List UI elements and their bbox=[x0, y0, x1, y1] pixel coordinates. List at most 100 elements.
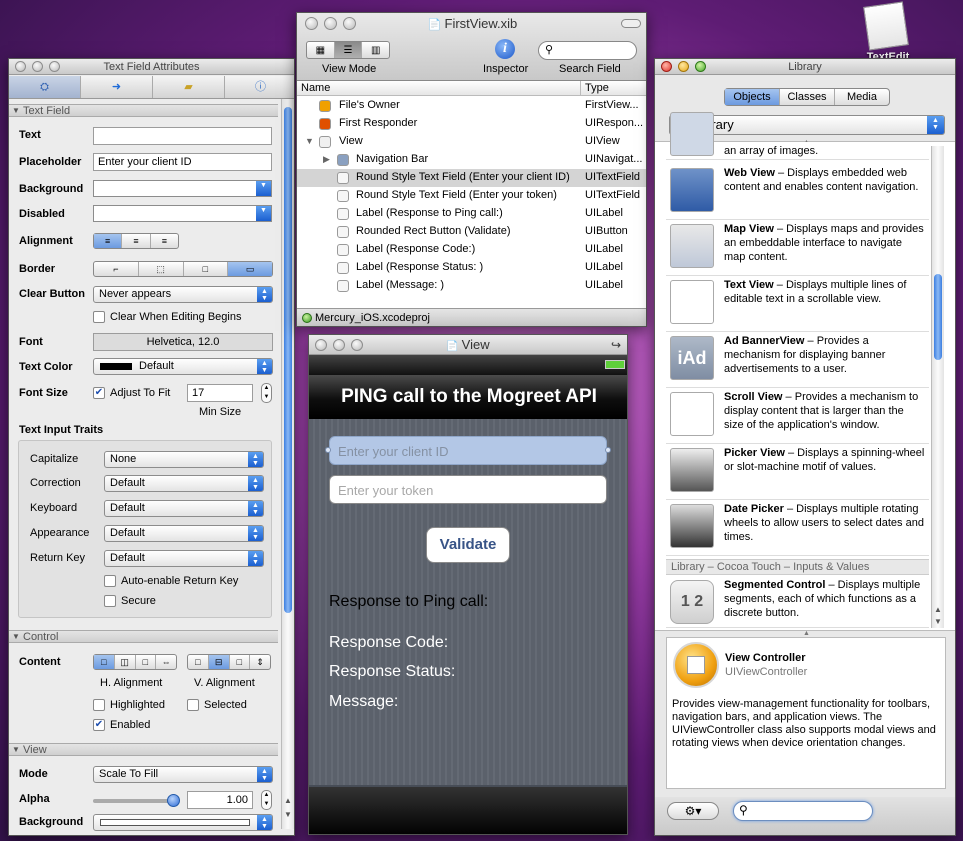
list-item[interactable]: Date Picker – Displays multiple rotating… bbox=[666, 500, 929, 556]
list-item[interactable]: Web View – Displays embedded web content… bbox=[666, 164, 929, 220]
column-view-icon[interactable]: ▥ bbox=[362, 42, 389, 58]
minimize-button[interactable] bbox=[678, 61, 689, 72]
clear-button-popup[interactable]: Never appears ▲ ▼ bbox=[93, 286, 273, 303]
section-control[interactable]: Control bbox=[9, 630, 278, 643]
view-mode-control[interactable]: ▦ ☰ ▥ bbox=[306, 41, 390, 59]
clear-when-editing-checkbox[interactable] bbox=[93, 311, 105, 323]
section-view[interactable]: View bbox=[9, 743, 278, 756]
border-bezel-icon[interactable]: □ bbox=[184, 262, 229, 276]
tab-objects[interactable]: Objects bbox=[725, 89, 780, 105]
search-field[interactable]: ⚲ bbox=[538, 41, 637, 60]
h-align-right-icon[interactable]: □ bbox=[136, 655, 157, 669]
min-size-stepper[interactable]: ▲ ▼ bbox=[261, 383, 272, 403]
tab-identity[interactable]: ⓘ bbox=[225, 76, 294, 98]
scroll-down-icon[interactable]: ▼ bbox=[284, 810, 292, 819]
gear-menu-button[interactable]: ⚙▾ bbox=[667, 802, 719, 820]
outline-row[interactable]: Label (Response Status: ) UILabel bbox=[297, 259, 646, 277]
tab-attributes[interactable]: ⛭ bbox=[9, 76, 81, 98]
scrollbar-thumb[interactable] bbox=[284, 107, 292, 613]
border-style-control[interactable]: ⌐ ⬚ □ ▭ bbox=[93, 261, 273, 277]
v-align-fill-icon[interactable]: ⇕ bbox=[250, 655, 270, 669]
close-button[interactable] bbox=[661, 61, 672, 72]
list-item[interactable]: Scroll View – Provides a mechanism to di… bbox=[666, 388, 929, 444]
attributes-titlebar[interactable]: Text Field Attributes bbox=[9, 59, 294, 75]
secure-checkbox[interactable] bbox=[104, 595, 116, 607]
resize-handle-left[interactable] bbox=[325, 447, 331, 453]
toolbar-toggle-button[interactable] bbox=[621, 19, 641, 28]
tab-size[interactable]: ▰ bbox=[153, 76, 225, 98]
min-size-field[interactable]: 17 bbox=[187, 384, 253, 402]
capitalize-popup[interactable]: None ▲ ▼ bbox=[104, 451, 264, 468]
outline-row[interactable]: Label (Response to Ping call:) UILabel bbox=[297, 205, 646, 223]
list-item[interactable]: Picker View – Displays a spinning-wheel … bbox=[666, 444, 929, 500]
border-none-icon[interactable]: ⌐ bbox=[94, 262, 139, 276]
textedit-desktop-icon[interactable]: TextEdit bbox=[858, 1, 918, 63]
outline-row[interactable]: Round Style Text Field (Enter your clien… bbox=[297, 169, 646, 187]
outline-row[interactable]: Label (Response Code:) UILabel bbox=[297, 241, 646, 259]
keyboard-popup[interactable]: Default ▲ ▼ bbox=[104, 500, 264, 517]
close-button[interactable] bbox=[315, 339, 327, 351]
align-left-icon[interactable]: ≡ bbox=[94, 234, 123, 248]
scrollbar-thumb[interactable] bbox=[934, 274, 942, 360]
return-key-popup[interactable]: Default ▲ ▼ bbox=[104, 550, 264, 567]
minimize-button[interactable] bbox=[333, 339, 345, 351]
navigation-bar[interactable]: PING call to the Mogreet API bbox=[309, 375, 627, 419]
tab-connections[interactable]: ➜ bbox=[81, 76, 153, 98]
text-field[interactable] bbox=[93, 127, 272, 145]
attributes-scrollbar[interactable]: ▲ ▼ bbox=[281, 99, 294, 829]
border-line-icon[interactable]: ⬚ bbox=[139, 262, 184, 276]
name-column-header[interactable]: Name bbox=[301, 82, 330, 94]
alpha-field[interactable]: 1.00 bbox=[187, 791, 253, 809]
placeholder-field[interactable]: Enter your client ID bbox=[93, 153, 272, 171]
background-popup[interactable]: ▼ bbox=[93, 180, 272, 197]
outline-row[interactable]: File's Owner FirstView... bbox=[297, 97, 646, 115]
outline-row[interactable]: ▶ Navigation Bar UINavigat... bbox=[297, 151, 646, 169]
list-item[interactable]: Text View – Displays multiple lines of e… bbox=[666, 276, 929, 332]
split-handle-bottom[interactable]: ▲ bbox=[803, 630, 810, 637]
border-rounded-icon[interactable]: ▭ bbox=[228, 262, 272, 276]
h-align-center-icon[interactable]: □ bbox=[94, 655, 115, 669]
section-text-field[interactable]: Text Field bbox=[9, 104, 278, 117]
list-item-segmented-control[interactable]: 1 2 Segmented Control – Displays multipl… bbox=[666, 576, 929, 628]
mode-popup[interactable]: Scale To Fill ▲ ▼ bbox=[93, 766, 273, 783]
align-center-icon[interactable]: ≡ bbox=[122, 234, 151, 248]
alignment-control[interactable]: ≡ ≡ ≡ bbox=[93, 233, 179, 249]
client-id-textfield[interactable]: Enter your client ID bbox=[329, 436, 607, 465]
icon-view-icon[interactable]: ▦ bbox=[307, 42, 335, 58]
align-right-icon[interactable]: ≡ bbox=[151, 234, 178, 248]
alpha-stepper[interactable]: ▲ ▼ bbox=[261, 790, 272, 810]
zoom-button[interactable] bbox=[695, 61, 706, 72]
view-titlebar[interactable]: 📄 View ↪ bbox=[309, 335, 627, 355]
h-align-fill-icon[interactable]: ⇔ bbox=[156, 655, 176, 669]
tab-media[interactable]: Media bbox=[835, 89, 889, 105]
type-column-header[interactable]: Type bbox=[585, 82, 609, 94]
library-tabs[interactable]: Objects Classes Media bbox=[724, 88, 890, 106]
outline-row[interactable]: Round Style Text Field (Enter your token… bbox=[297, 187, 646, 205]
library-titlebar[interactable]: Library bbox=[655, 59, 955, 75]
resize-handle-right[interactable] bbox=[605, 447, 611, 453]
minimize-button[interactable] bbox=[32, 61, 43, 72]
alpha-slider-thumb[interactable] bbox=[167, 794, 180, 807]
auto-enable-checkbox[interactable] bbox=[104, 575, 116, 587]
outline-row[interactable]: Rounded Rect Button (Validate) UIButton bbox=[297, 223, 646, 241]
text-color-popup[interactable]: Default ▲ ▼ bbox=[93, 358, 273, 375]
adjust-to-fit-checkbox[interactable]: ✔ bbox=[93, 387, 105, 399]
zoom-button[interactable] bbox=[49, 61, 60, 72]
disclosure-open-icon[interactable]: ▼ bbox=[305, 136, 314, 146]
outline-row[interactable]: Label (Message: ) UILabel bbox=[297, 277, 646, 295]
enabled-checkbox[interactable]: ✔ bbox=[93, 719, 105, 731]
close-button[interactable] bbox=[15, 61, 26, 72]
h-alignment-control[interactable]: □ ◫ □ ⇔ bbox=[93, 654, 177, 670]
disclosure-closed-icon[interactable]: ▶ bbox=[323, 154, 330, 165]
v-align-bottom-icon[interactable]: □ bbox=[230, 655, 251, 669]
disabled-popup[interactable]: ▼ bbox=[93, 205, 272, 222]
v-alignment-control[interactable]: □ ⊟ □ ⇕ bbox=[187, 654, 271, 670]
outline-row[interactable]: First Responder UIRespon... bbox=[297, 115, 646, 133]
scroll-up-icon[interactable]: ▲ bbox=[284, 796, 292, 805]
v-align-top-icon[interactable]: ⊟ bbox=[208, 655, 230, 669]
scroll-up-icon[interactable]: ▲ bbox=[934, 605, 942, 614]
font-field[interactable]: Helvetica, 12.0 bbox=[93, 333, 273, 351]
library-search-field[interactable]: ⚲ bbox=[733, 801, 873, 821]
outline-row[interactable]: ▼ View UIView bbox=[297, 133, 646, 151]
view-background-popup[interactable]: ▲ ▼ bbox=[93, 814, 273, 831]
